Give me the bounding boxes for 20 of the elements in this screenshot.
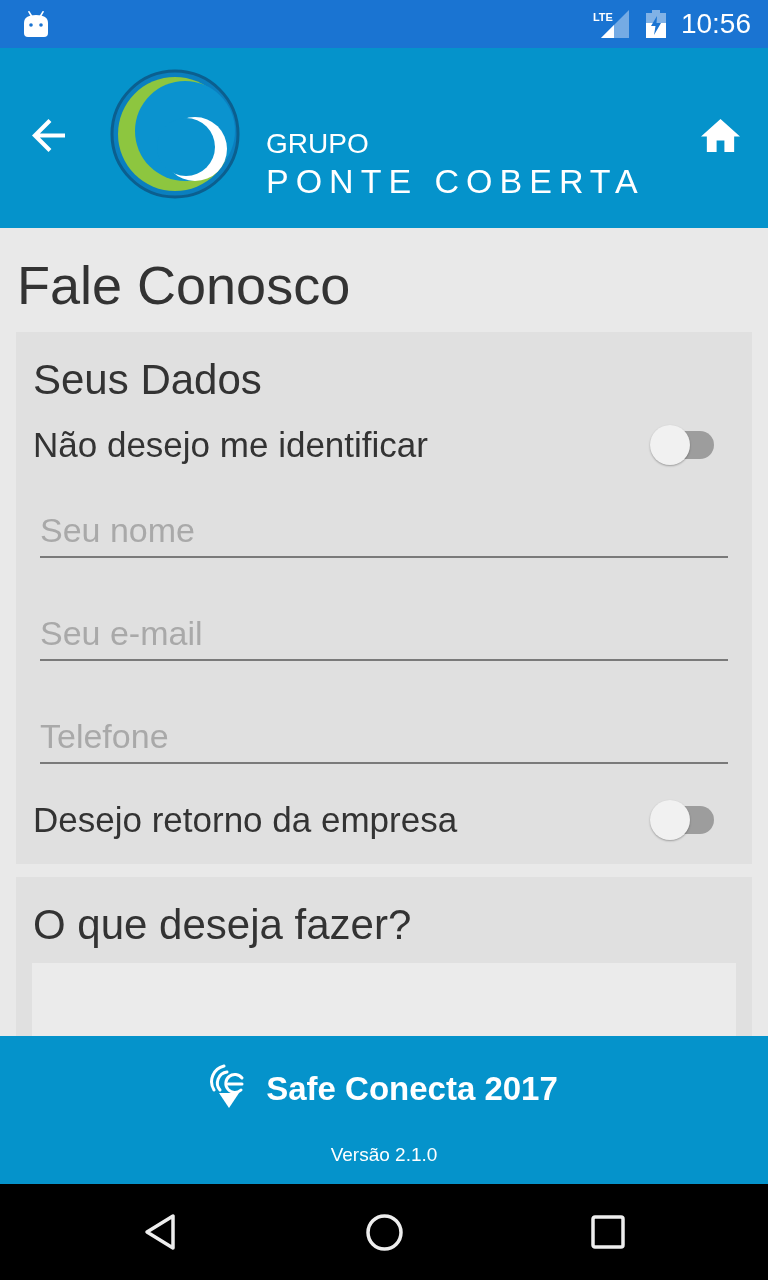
switch-label: Desejo retorno da empresa [33, 800, 458, 840]
logo-wordmark: PONTE COBERTA [266, 163, 645, 199]
back-arrow-icon[interactable] [32, 119, 65, 152]
toggle-switch[interactable] [650, 800, 716, 840]
robot-icon [24, 11, 48, 37]
version-text: Versão 2.1.0 [330, 1144, 438, 1166]
switch-label: Não desejo me identificar [33, 425, 428, 465]
toggle-switch[interactable] [650, 425, 716, 465]
section-title: O que deseja fazer? [33, 901, 413, 949]
page-title: Fale Conosco [17, 254, 352, 317]
logo-small-text: GRUPO [266, 129, 370, 159]
status-time: 10:56 [680, 8, 751, 40]
battery-charging-icon [645, 10, 666, 38]
back-icon[interactable] [144, 1213, 176, 1251]
app-name: Safe Conecta 2017 [266, 1069, 558, 1109]
home-icon[interactable] [365, 1213, 403, 1251]
network-type-label: LTE [592, 11, 613, 23]
logo-icon [110, 69, 240, 199]
recents-icon[interactable] [591, 1215, 625, 1249]
section-title: Seus Dados [33, 356, 263, 404]
